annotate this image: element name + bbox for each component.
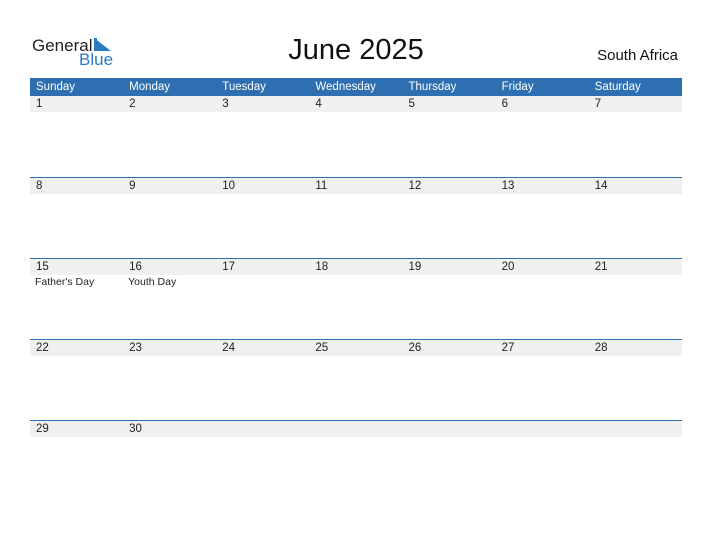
- weekday-tuesday: Tuesday: [222, 81, 266, 93]
- day-number: 26: [408, 342, 422, 354]
- day-number: [496, 421, 589, 437]
- day-number: [403, 421, 496, 437]
- day-number: 14: [594, 180, 608, 192]
- holiday-label: [403, 275, 496, 289]
- day-number: [216, 421, 309, 437]
- day-number: 1: [36, 98, 43, 110]
- holiday-label: Father's Day: [35, 276, 95, 288]
- date-band: 8 9 10 11 12 13 14: [30, 178, 682, 194]
- weekday-sunday: Sunday: [36, 81, 76, 93]
- day-number: 10: [222, 180, 236, 192]
- date-band: 29 30: [30, 421, 682, 437]
- day-number: 5: [408, 98, 415, 110]
- week-row: 15 16 17 18 19 20 21 Father's Day Youth Day: [30, 258, 682, 339]
- day-number: 24: [222, 342, 236, 354]
- day-number: [309, 421, 402, 437]
- day-number: 9: [129, 180, 136, 192]
- day-number: 4: [315, 98, 322, 110]
- day-number: 13: [501, 180, 515, 192]
- country-label: South Africa: [597, 47, 678, 64]
- calendar-grid: Sunday Monday Tuesday Wednesday Thursday…: [30, 78, 682, 501]
- weekday-friday: Friday: [501, 81, 534, 93]
- holiday-label: [496, 275, 589, 289]
- weekday-header: Sunday Monday Tuesday Wednesday Thursday…: [30, 78, 682, 96]
- day-number: 3: [222, 98, 229, 110]
- holiday-label: [309, 275, 402, 289]
- day-number: 15: [36, 261, 49, 273]
- day-number: 30: [129, 423, 142, 435]
- holiday-label: [216, 275, 309, 289]
- weekday-saturday: Saturday: [594, 81, 641, 93]
- holiday-label: [589, 275, 682, 289]
- day-number: 20: [501, 261, 515, 273]
- day-number: 11: [315, 180, 328, 192]
- day-number: 2: [129, 98, 136, 110]
- date-band: 22 23 24 25 26 27 28: [30, 340, 682, 356]
- day-number: 16: [129, 261, 142, 273]
- day-number: 8: [36, 180, 43, 192]
- day-number: 27: [501, 342, 515, 354]
- week-row: 29 30: [30, 420, 682, 501]
- day-number: 6: [501, 98, 509, 110]
- day-number: 28: [594, 342, 608, 354]
- week-row: 1 2 3 4 5 6 7: [30, 96, 682, 177]
- day-number: 18: [315, 261, 329, 273]
- day-number: 25: [315, 342, 329, 354]
- day-number: 12: [408, 180, 422, 192]
- day-number: 22: [36, 342, 49, 354]
- week-row: 22 23 24 25 26 27 28: [30, 339, 682, 420]
- day-number: 7: [594, 98, 602, 110]
- day-number: 29: [36, 423, 49, 435]
- day-number: [589, 421, 682, 437]
- day-number: 17: [222, 261, 236, 273]
- date-band: 15 16 17 18 19 20 21: [30, 259, 682, 275]
- date-band: 1 2 3 4 5 6 7: [30, 96, 682, 112]
- weekday-thursday: Thursday: [408, 81, 457, 93]
- day-number: 23: [129, 342, 142, 354]
- weekday-wednesday: Wednesday: [315, 81, 376, 93]
- day-number: 21: [594, 261, 608, 273]
- weekday-monday: Monday: [129, 81, 171, 93]
- events-row: Father's Day Youth Day: [30, 275, 682, 289]
- week-row: 8 9 10 11 12 13 14: [30, 177, 682, 258]
- holiday-label: Youth Day: [128, 276, 177, 288]
- day-number: 19: [408, 261, 422, 273]
